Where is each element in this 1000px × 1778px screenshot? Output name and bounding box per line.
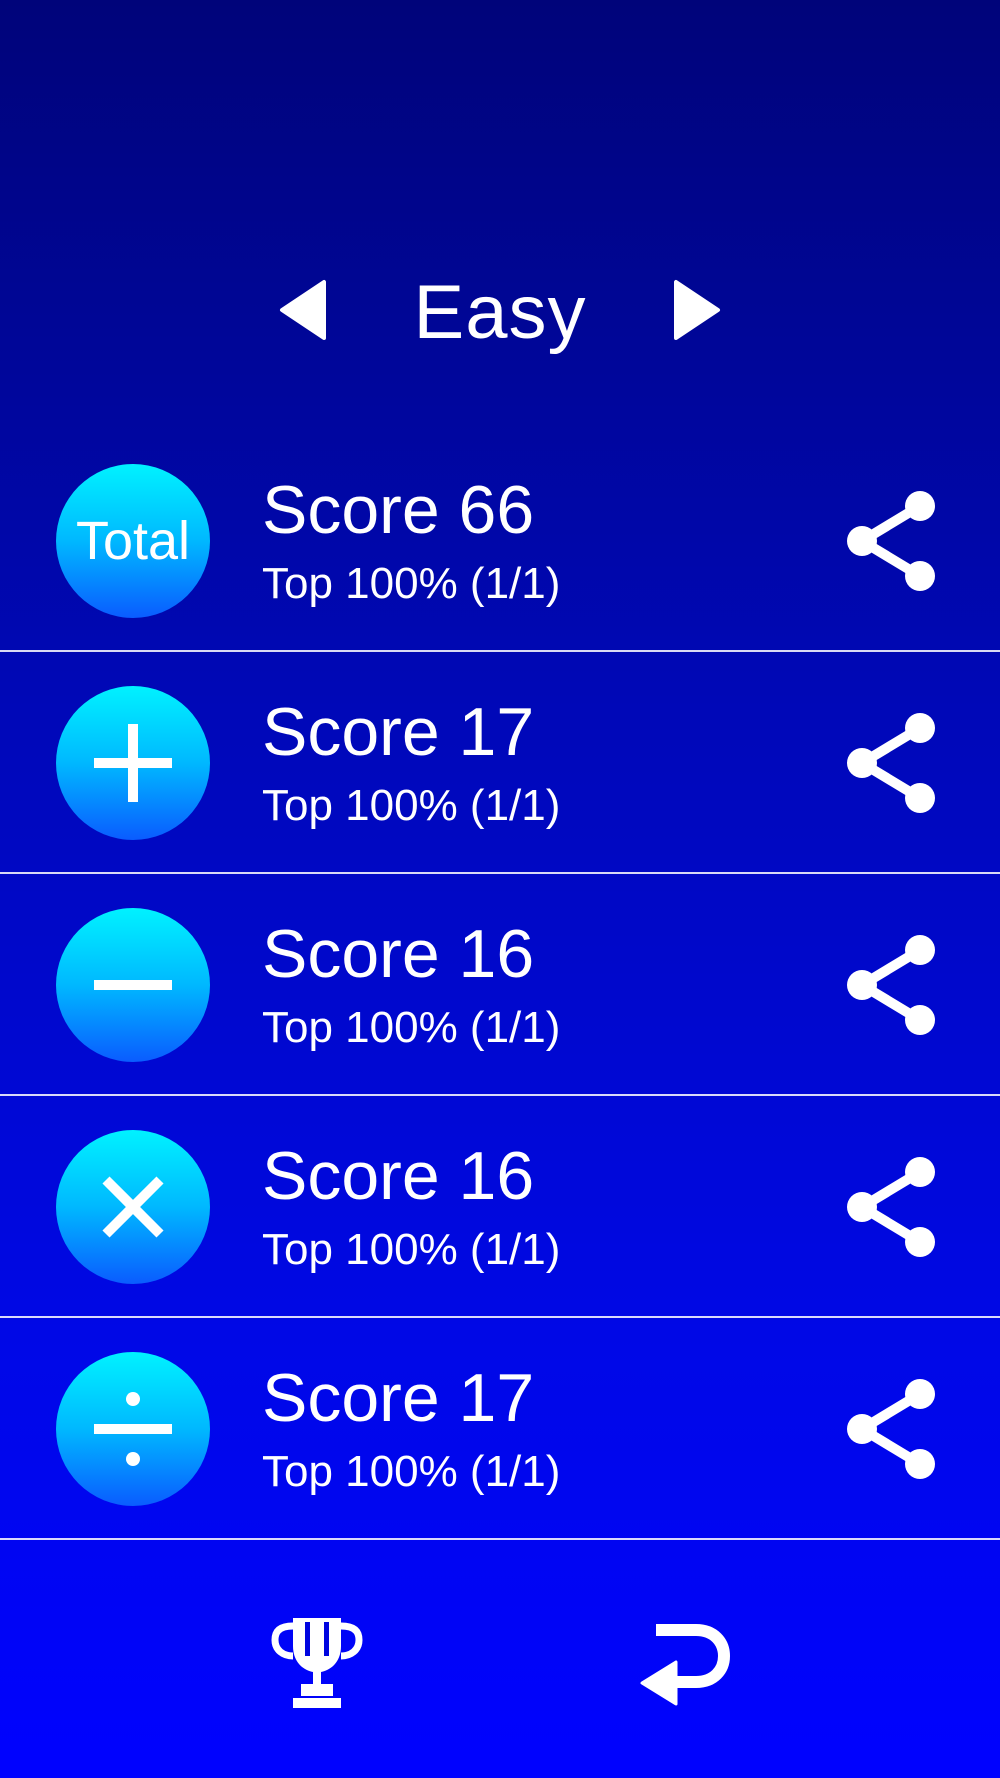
- rank-value: Top 100% (1/1): [262, 1447, 561, 1496]
- score-row-total: Total Score 66 Top 100% (1/1): [0, 430, 1000, 652]
- share-button-total[interactable]: [840, 488, 940, 594]
- score-value: Score 66: [262, 472, 535, 548]
- back-button[interactable]: [634, 1612, 734, 1712]
- score-value: Score 17: [262, 1360, 535, 1436]
- plus-icon: [94, 724, 172, 802]
- addition-badge: [56, 686, 210, 840]
- subtraction-badge: [56, 908, 210, 1062]
- share-icon: [847, 935, 935, 1035]
- share-button-addition[interactable]: [840, 710, 940, 816]
- rank-value: Top 100% (1/1): [262, 781, 561, 830]
- score-list: Total Score 66 Top 100% (1/1) Score 17 T…: [0, 430, 1000, 1540]
- rank-value: Top 100% (1/1): [262, 559, 561, 608]
- score-row-division: Score 17 Top 100% (1/1): [0, 1318, 1000, 1540]
- difficulty-label: Easy: [413, 270, 587, 355]
- difficulty-selector: Easy: [0, 250, 1000, 370]
- share-icon: [847, 1379, 935, 1479]
- score-value: Score 16: [262, 916, 535, 992]
- rank-value: Top 100% (1/1): [262, 1003, 561, 1052]
- total-badge: Total: [56, 464, 210, 618]
- share-icon: [847, 713, 935, 813]
- triangle-right-icon: [674, 280, 720, 340]
- previous-difficulty-button[interactable]: [274, 278, 338, 342]
- share-button-multiplication[interactable]: [840, 1154, 940, 1260]
- share-button-subtraction[interactable]: [840, 932, 940, 1038]
- score-value: Score 17: [262, 694, 535, 770]
- minus-icon: [94, 980, 172, 990]
- score-row-multiplication: Score 16 Top 100% (1/1): [0, 1096, 1000, 1318]
- score-row-subtraction: Score 16 Top 100% (1/1): [0, 874, 1000, 1096]
- divide-icon: [94, 1392, 172, 1466]
- bottom-toolbar: [0, 1600, 1000, 1720]
- return-arrow-icon: [640, 1624, 731, 1706]
- rank-value: Top 100% (1/1): [262, 1225, 561, 1274]
- share-button-division[interactable]: [840, 1376, 940, 1482]
- score-value: Score 16: [262, 1138, 535, 1214]
- trophy-icon: [271, 1618, 363, 1708]
- triangle-left-icon: [280, 280, 326, 340]
- division-badge: [56, 1352, 210, 1506]
- share-icon: [847, 491, 935, 591]
- next-difficulty-button[interactable]: [662, 278, 726, 342]
- score-row-addition: Score 17 Top 100% (1/1): [0, 652, 1000, 874]
- leaderboard-button[interactable]: [267, 1612, 367, 1712]
- share-icon: [847, 1157, 935, 1257]
- multiply-icon: [102, 1176, 164, 1238]
- total-badge-label: Total: [75, 511, 191, 571]
- multiplication-badge: [56, 1130, 210, 1284]
